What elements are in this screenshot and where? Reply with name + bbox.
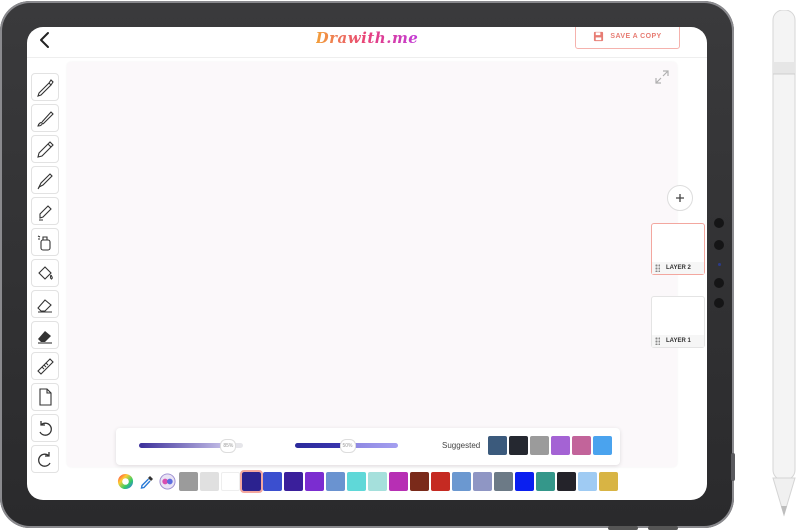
suggested-color-swatch[interactable] [572, 436, 591, 455]
eraser-tool-button[interactable] [31, 290, 59, 318]
hard-eraser-icon [38, 331, 52, 344]
brush-settings-panel: 85% 50% Suggested [116, 428, 620, 465]
layer-footer: LAYER 1 [652, 335, 704, 347]
brush-tool-button[interactable] [31, 104, 59, 132]
app-screen: Drawith.me SAVE A COPY LAYER 2 LAYER 1 8… [27, 27, 707, 500]
palette-color-swatch[interactable] [200, 472, 219, 491]
suggested-color-swatch[interactable] [530, 436, 549, 455]
suggested-colors [488, 436, 612, 455]
pen-icon [37, 79, 54, 97]
palette-color-swatch[interactable] [240, 470, 263, 493]
layer-item-2[interactable]: LAYER 2 [651, 223, 705, 275]
redo-tool-button[interactable] [31, 445, 59, 473]
palette-color-swatch[interactable] [347, 472, 366, 491]
palette-color-swatch[interactable] [410, 472, 429, 491]
blank-page-icon [39, 388, 52, 406]
save-copy-button[interactable]: SAVE A COPY [575, 27, 680, 49]
slider-value: 85% [223, 443, 234, 449]
redo-icon [38, 452, 51, 467]
spray-icon [37, 235, 51, 251]
camera-icon [714, 298, 724, 308]
brush-opacity-slider[interactable]: 50% [295, 439, 398, 453]
drawing-canvas[interactable] [67, 62, 677, 467]
blank-page-tool-button[interactable] [31, 383, 59, 411]
tool-sidebar [31, 73, 61, 476]
drag-handle-icon[interactable] [655, 264, 660, 272]
top-bar: Drawith.me SAVE A COPY [27, 27, 707, 58]
pen-tool-button[interactable] [31, 73, 59, 101]
layer-footer: LAYER 2 [652, 262, 704, 274]
palette-color-swatch[interactable] [389, 472, 408, 491]
floppy-disk-icon [594, 31, 604, 42]
ruler-tool-button[interactable] [31, 352, 59, 380]
camera-icon [714, 218, 724, 228]
palette-color-swatch[interactable] [305, 472, 324, 491]
undo-tool-button[interactable] [31, 414, 59, 442]
camera-icon [714, 240, 724, 250]
palette-color-swatch[interactable] [368, 472, 387, 491]
layer-label: LAYER 2 [666, 265, 691, 271]
spray-tool-button[interactable] [31, 228, 59, 256]
pencil-icon [37, 141, 54, 158]
hard-eraser-tool-button[interactable] [31, 321, 59, 349]
palette-color-swatch[interactable] [326, 472, 345, 491]
suggested-color-swatch[interactable] [509, 436, 528, 455]
pencil-tool-button[interactable] [31, 135, 59, 163]
palette-color-swatch[interactable] [284, 472, 303, 491]
color-palette [116, 470, 618, 493]
camera-icon [714, 278, 724, 288]
sensor-dot [718, 263, 721, 266]
palette-color-swatch[interactable] [599, 472, 618, 491]
suggested-color-swatch[interactable] [551, 436, 570, 455]
palette-color-swatch[interactable] [473, 472, 492, 491]
suggested-color-swatch[interactable] [593, 436, 612, 455]
volume-button [648, 526, 678, 530]
paint-bucket-icon [38, 266, 53, 280]
palette-color-swatch[interactable] [221, 472, 240, 491]
paint-bucket-tool-button[interactable] [31, 259, 59, 287]
palette-color-swatch[interactable] [515, 472, 534, 491]
marker-icon [37, 173, 53, 190]
expand-icon[interactable] [654, 69, 670, 85]
color-wheel-icon[interactable] [116, 472, 135, 491]
palette-color-swatch[interactable] [494, 472, 513, 491]
palette-color-swatch[interactable] [452, 472, 471, 491]
layer-item-1[interactable]: LAYER 1 [651, 296, 705, 348]
drag-handle-icon[interactable] [655, 337, 660, 345]
highlighter-icon [39, 205, 52, 221]
highlighter-tool-button[interactable] [31, 197, 59, 225]
color-mixer-icon[interactable] [158, 472, 177, 491]
volume-button [608, 526, 638, 530]
ruler-icon [37, 358, 54, 375]
eraser-icon [37, 299, 52, 313]
slider-knob[interactable]: 85% [220, 439, 237, 453]
suggested-color-swatch[interactable] [488, 436, 507, 455]
plus-icon [676, 194, 684, 202]
save-copy-label: SAVE A COPY [610, 33, 662, 40]
palette-color-swatch[interactable] [536, 472, 555, 491]
slider-knob[interactable]: 50% [339, 439, 356, 453]
layer-label: LAYER 1 [666, 338, 691, 344]
palette-color-swatch[interactable] [263, 472, 282, 491]
slider-value: 50% [342, 443, 353, 449]
marker-tool-button[interactable] [31, 166, 59, 194]
palette-color-swatch[interactable] [557, 472, 576, 491]
brush-size-slider[interactable]: 85% [139, 439, 243, 453]
power-button [731, 453, 735, 481]
stylus-pencil-icon [772, 10, 796, 517]
palette-color-swatch[interactable] [578, 472, 597, 491]
undo-icon [39, 421, 52, 436]
palette-color-swatch[interactable] [431, 472, 450, 491]
suggested-label: Suggested [442, 441, 481, 450]
palette-color-swatch[interactable] [179, 472, 198, 491]
brush-icon [37, 111, 54, 127]
eyedropper-icon[interactable] [137, 472, 156, 491]
add-layer-button[interactable] [667, 185, 693, 211]
